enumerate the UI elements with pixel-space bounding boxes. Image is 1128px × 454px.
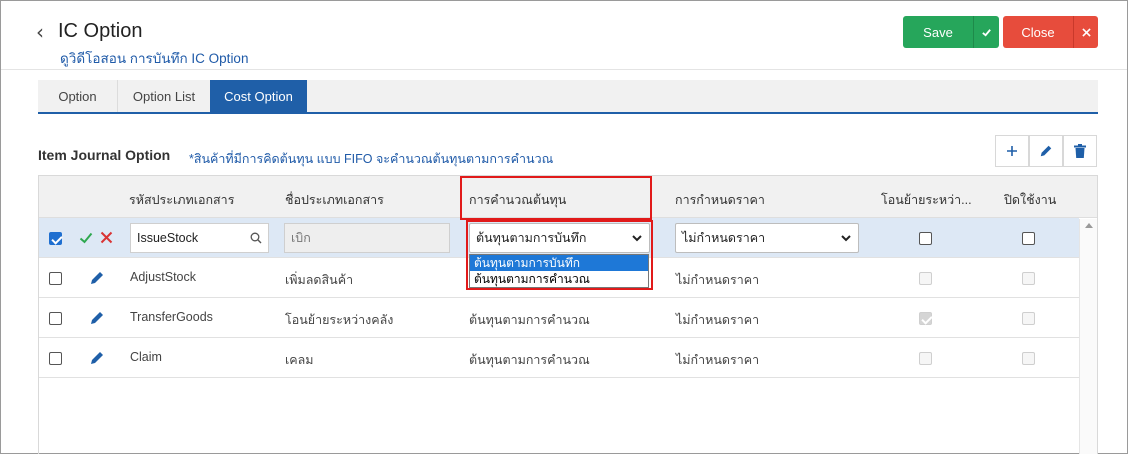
pricing-cell: ไม่กำหนดราคา — [676, 273, 760, 287]
disabled-checkbox[interactable] — [1022, 232, 1035, 245]
edit-pencil-icon[interactable] — [89, 270, 105, 286]
search-icon[interactable] — [250, 232, 262, 244]
video-tutorial-link[interactable]: ดูวิดีโอสอน การบันทึก IC Option — [60, 47, 248, 69]
section-note: *สินค้าที่มีการคิดต้นทุน แบบ FIFO จะคำนว… — [189, 152, 554, 166]
pricing-selected: ไม่กำหนดราคา — [682, 231, 766, 245]
doc-code-cell: TransferGoods — [130, 310, 213, 324]
edit-pencil-icon[interactable] — [89, 310, 105, 326]
grid-vertical-scrollbar[interactable] — [1079, 219, 1097, 454]
highlight-box-column-header — [460, 176, 652, 220]
cancel-x-icon[interactable] — [100, 231, 113, 244]
tab-option-list[interactable]: Option List — [118, 80, 210, 112]
back-chevron-icon[interactable]: ‹ — [36, 22, 44, 42]
pricing-cell: ไม่กำหนดราคา — [676, 353, 760, 367]
doc-name-cell: เคลม — [285, 353, 314, 367]
trash-icon — [1074, 144, 1086, 158]
pricing-cell: ไม่กำหนดราคา — [676, 313, 760, 327]
tab-bar: Option Option List Cost Option — [38, 80, 1098, 114]
col-pricing[interactable]: การกำหนดราคา — [675, 190, 765, 210]
close-button[interactable]: Close — [1003, 16, 1073, 48]
confirm-check-icon[interactable] — [79, 231, 93, 245]
col-transfer[interactable]: โอนย้ายระหว่า... — [881, 190, 972, 210]
col-doc-type-code[interactable]: รหัสประเภทเอกสาร — [129, 190, 234, 210]
disabled-checkbox — [1022, 352, 1035, 365]
col-doc-type-name[interactable]: ชื่อประเภทเอกสาร — [285, 190, 384, 210]
disabled-checkbox — [1022, 272, 1035, 285]
transfer-checkbox[interactable] — [919, 232, 932, 245]
doc-code-value: IssueStock — [137, 231, 199, 245]
doc-code-input[interactable]: IssueStock — [130, 223, 269, 253]
table-row[interactable]: Claim เคลม ต้นทุนตามการคำนวณ ไม่กำหนดราค… — [39, 338, 1079, 378]
highlight-box-dropdown — [466, 220, 653, 290]
doc-name-field: เบิก — [284, 223, 450, 253]
section-title: Item Journal Option — [38, 147, 171, 163]
delete-button[interactable] — [1063, 135, 1097, 167]
page-title: IC Option — [58, 20, 143, 42]
row-select-checkbox[interactable] — [49, 232, 62, 245]
pencil-icon — [1040, 145, 1052, 157]
table-row[interactable]: TransferGoods โอนย้ายระหว่างคลัง ต้นทุนต… — [39, 298, 1079, 338]
edit-button[interactable] — [1029, 135, 1063, 167]
pricing-select[interactable]: ไม่กำหนดราคา — [675, 223, 859, 253]
save-button[interactable]: Save — [903, 16, 973, 48]
close-icon — [1081, 27, 1091, 37]
doc-name-cell: โอนย้ายระหว่างคลัง — [285, 313, 394, 327]
edit-pencil-icon[interactable] — [89, 350, 105, 366]
doc-code-cell: AdjustStock — [130, 270, 197, 284]
header-divider — [1, 69, 1127, 70]
tab-option[interactable]: Option — [38, 80, 118, 112]
cost-calc-cell: ต้นทุนตามการคำนวณ — [469, 353, 590, 367]
close-x-button[interactable] — [1073, 16, 1098, 48]
row-select-checkbox[interactable] — [49, 312, 62, 325]
disabled-checkbox — [1022, 312, 1035, 325]
doc-name-value: เบิก — [291, 231, 311, 245]
transfer-checkbox — [919, 272, 932, 285]
col-disabled[interactable]: ปิดใช้งาน — [1004, 190, 1056, 210]
doc-name-cell: เพิ่มลดสินค้า — [285, 273, 354, 287]
add-button[interactable] — [995, 135, 1029, 167]
scroll-up-arrow-icon[interactable] — [1085, 223, 1093, 228]
doc-code-cell: Claim — [130, 350, 162, 364]
transfer-checkbox — [919, 352, 932, 365]
plus-icon — [1007, 146, 1017, 156]
cost-calc-cell: ต้นทุนตามการคำนวณ — [469, 313, 590, 327]
check-icon — [982, 28, 991, 37]
transfer-checkbox — [919, 312, 932, 325]
row-select-checkbox[interactable] — [49, 352, 62, 365]
row-select-checkbox[interactable] — [49, 272, 62, 285]
chevron-down-icon — [841, 235, 851, 242]
tab-cost-option[interactable]: Cost Option — [210, 80, 307, 112]
save-check-button[interactable] — [973, 16, 999, 48]
